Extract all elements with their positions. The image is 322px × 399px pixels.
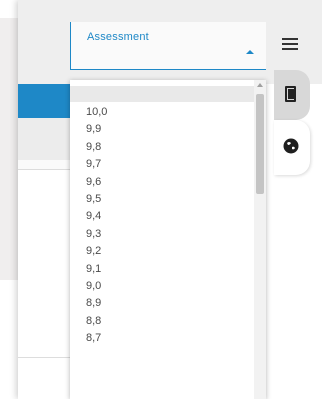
- option-item[interactable]: 8,8: [70, 313, 254, 330]
- globe-icon: [283, 138, 299, 154]
- assessment-dropdown[interactable]: 10,0 9,9 9,8 9,7 9,6 9,5 9,4 9,3 9,2 9,1…: [70, 80, 266, 399]
- option-item[interactable]: 9,4: [70, 208, 254, 225]
- option-list: 10,0 9,9 9,8 9,7 9,6 9,5 9,4 9,3 9,2 9,1…: [70, 104, 254, 347]
- option-item[interactable]: 8,7: [70, 330, 254, 347]
- option-empty[interactable]: [70, 86, 254, 102]
- option-item[interactable]: 9,3: [70, 226, 254, 243]
- option-item[interactable]: 9,0: [70, 278, 254, 295]
- option-item[interactable]: 10,0: [70, 104, 254, 121]
- option-item[interactable]: 9,6: [70, 174, 254, 191]
- menu-icon[interactable]: [282, 38, 298, 52]
- option-item[interactable]: 9,1: [70, 261, 254, 278]
- side-tabs: [274, 70, 322, 180]
- option-item[interactable]: 9,8: [70, 139, 254, 156]
- caret-up-icon[interactable]: [246, 50, 254, 54]
- option-item[interactable]: 8,9: [70, 295, 254, 312]
- app-window: Assessment 10,0 9,9 9,8 9,7 9,6 9,5 9,4 …: [18, 0, 322, 399]
- scrollbar[interactable]: [254, 80, 266, 399]
- assessment-select[interactable]: Assessment: [70, 22, 266, 70]
- option-item[interactable]: 9,5: [70, 191, 254, 208]
- scroll-up-icon[interactable]: [257, 83, 263, 87]
- tab-document[interactable]: [274, 70, 310, 120]
- option-item[interactable]: 9,2: [70, 243, 254, 260]
- assessment-label: Assessment: [87, 31, 149, 43]
- document-icon: [285, 86, 296, 102]
- scroll-thumb[interactable]: [256, 94, 264, 194]
- option-item[interactable]: 9,9: [70, 121, 254, 138]
- option-item[interactable]: 9,7: [70, 156, 254, 173]
- tab-globe[interactable]: [274, 120, 310, 175]
